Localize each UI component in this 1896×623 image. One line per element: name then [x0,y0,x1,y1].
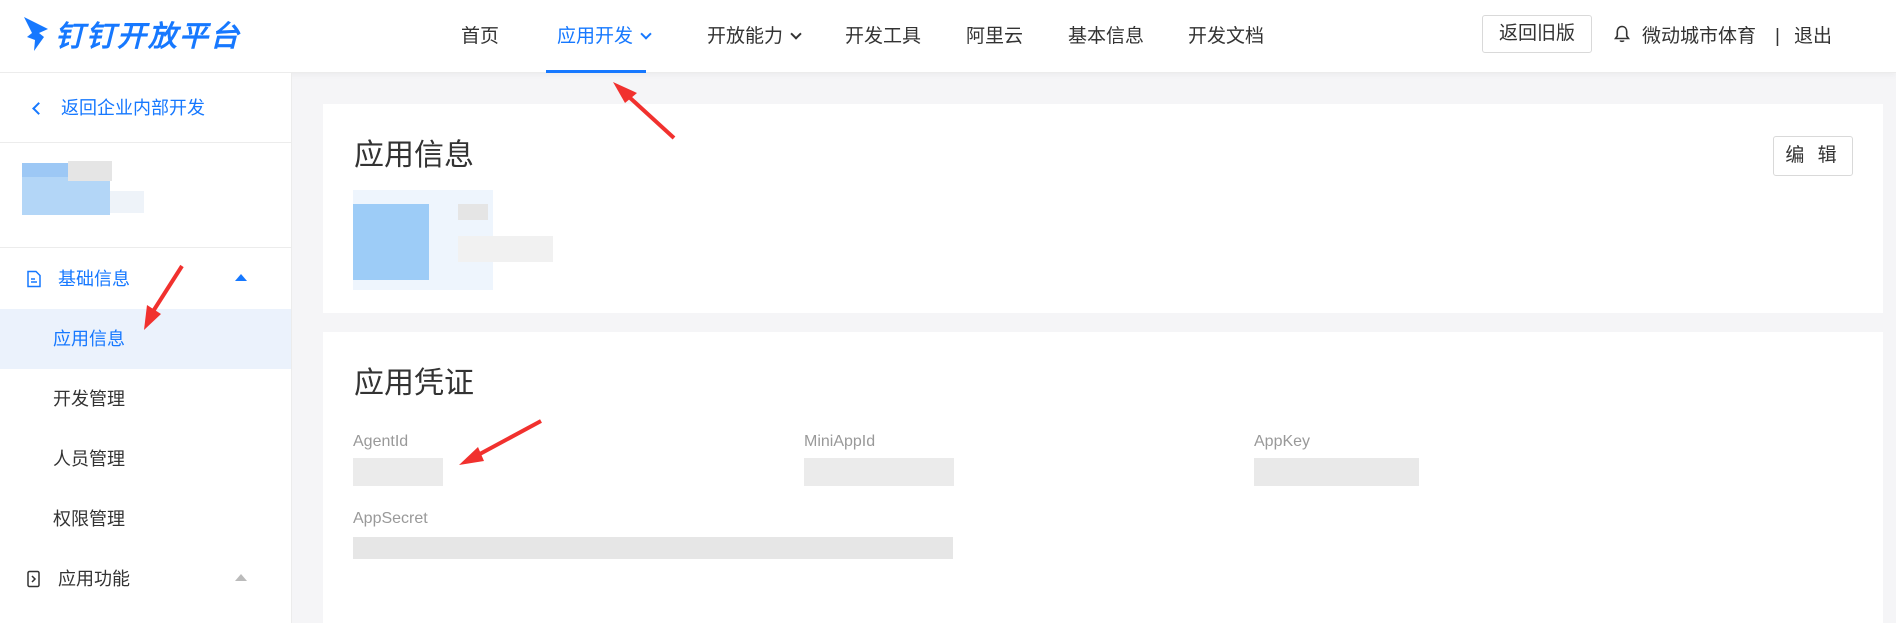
nav-item-label: 首页 [461,26,500,47]
sidebar-group-app-functions[interactable]: 应用功能 [26,564,130,594]
nav-item-app-dev[interactable]: 应用开发 [557,22,652,52]
header-separator: | [1775,26,1780,47]
nav-item-label: 应用开发 [557,26,634,47]
active-nav-indicator [546,70,646,73]
brand-logo[interactable]: 钉钉开放平台 [22,16,242,53]
appkey-value-redacted[interactable] [1254,458,1419,486]
nav-item-open-capability[interactable]: 开放能力 [707,22,802,52]
nav-item-label: 开发文档 [1188,26,1265,47]
appsecret-value-redacted[interactable] [353,537,953,559]
org-name[interactable]: 微动城市体育 [1642,22,1756,52]
edit-button[interactable]: 编 辑 [1773,136,1853,176]
field-label-miniappid: MiniAppId [804,433,876,450]
caret-up-icon[interactable] [235,574,247,581]
chevron-down-icon [640,28,652,40]
app-function-icon [27,570,40,588]
sidebar: 返回企业内部开发 基础信息 应用信息 开发管理 人员管理 权限管理 应用功能 [0,73,292,623]
nav-item-label: 基本信息 [1068,26,1145,47]
field-label-agentid: AgentId [353,433,409,450]
app-credentials-card: 应用凭证 AgentId MiniAppId AppKey AppSecret [323,332,1883,623]
nav-item-label: 开放能力 [707,26,784,47]
sidebar-group-basic-info[interactable]: 基础信息 [26,264,130,294]
sidebar-divider [0,142,291,143]
nav-item-home[interactable]: 首页 [461,22,499,52]
document-icon [27,270,41,288]
sidebar-item-permission-management[interactable]: 权限管理 [0,489,291,549]
sidebar-group-label: 基础信息 [58,269,130,289]
app-credentials-title: 应用凭证 [354,367,474,400]
nav-item-aliyun[interactable]: 阿里云 [966,22,1023,52]
dingtalk-logo-icon [24,17,48,51]
nav-item-basic-info[interactable]: 基本信息 [1068,22,1144,52]
app-info-card: 应用信息 编 辑 [323,104,1883,313]
sidebar-group-label: 应用功能 [58,569,130,589]
nav-item-label: 阿里云 [966,26,1024,47]
chevron-left-icon [32,101,45,115]
sidebar-item-dev-management[interactable]: 开发管理 [0,369,291,429]
nav-item-dev-docs[interactable]: 开发文档 [1188,22,1264,52]
field-label-appkey: AppKey [1254,433,1311,450]
agentid-value-redacted[interactable] [353,458,443,486]
caret-up-icon[interactable] [235,274,247,281]
chevron-down-icon [790,28,802,40]
field-label-appsecret: AppSecret [353,510,428,527]
back-to-internal-dev-link[interactable]: 返回企业内部开发 [30,93,205,123]
sidebar-item-people-management[interactable]: 人员管理 [0,429,291,489]
back-link-label: 返回企业内部开发 [61,98,205,118]
nav-item-dev-tools[interactable]: 开发工具 [845,22,921,52]
sidebar-item-app-info[interactable]: 应用信息 [0,309,291,369]
miniappid-value-redacted[interactable] [804,458,954,486]
brand-name: 钉钉开放平台 [55,21,242,53]
app-info-title: 应用信息 [354,139,474,172]
sidebar-divider [0,247,291,248]
return-old-version-button[interactable]: 返回旧版 [1482,15,1592,53]
top-navigation-bar: 钉钉开放平台 首页 应用开发 开放能力 开发工具 阿里云 基本信息 开发文档 返… [0,0,1896,73]
nav-item-label: 开发工具 [845,26,922,47]
logout-link[interactable]: 退出 [1794,22,1832,52]
bell-icon[interactable] [1614,25,1630,43]
